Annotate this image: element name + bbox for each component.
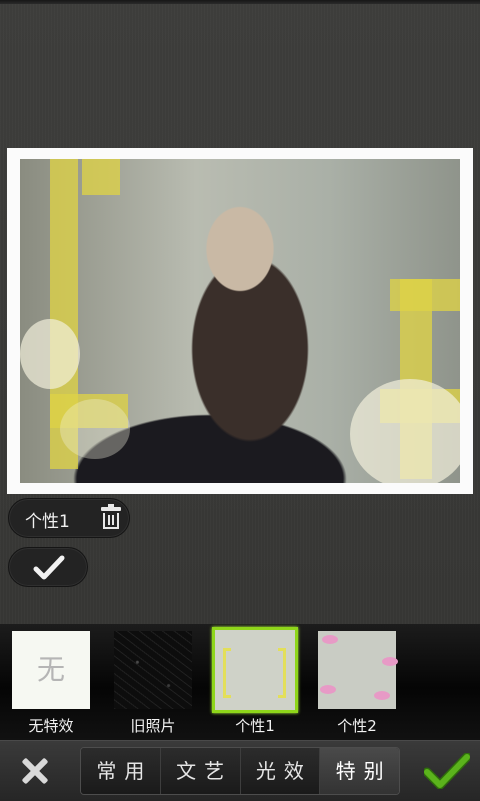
effects-tray: 无 无特效 旧照片 个性1 个性2 (0, 624, 480, 740)
active-effect-label: 个性1 (25, 512, 70, 532)
trash-icon[interactable] (101, 504, 121, 529)
photo-preview (20, 159, 460, 483)
category-tabs: 常用 文艺 光效 特别 (80, 747, 400, 795)
effect-none[interactable]: 无 无特效 (12, 631, 90, 736)
effect-thumb-old-photo (114, 631, 192, 709)
bottom-toolbar: 常用 文艺 光效 特别 (0, 740, 480, 801)
tab-special[interactable]: 特别 (320, 748, 399, 794)
effect-label: 个性2 (337, 717, 377, 735)
photo-frame (7, 148, 473, 494)
effect-label: 无特效 (28, 717, 74, 735)
apply-effect-button[interactable] (8, 547, 88, 587)
checkmark-icon (33, 555, 65, 580)
tab-common[interactable]: 常用 (81, 748, 161, 794)
tab-light-effects[interactable]: 光效 (240, 748, 321, 794)
tab-artistic[interactable]: 文艺 (160, 748, 241, 794)
effect-label: 旧照片 (130, 717, 176, 735)
effect-thumb-personality-2 (318, 631, 398, 709)
effect-personality-1[interactable]: 个性1 (212, 627, 298, 736)
effect-thumb-personality-1 (212, 627, 298, 713)
checkmark-icon[interactable] (424, 753, 470, 789)
effect-old-photo[interactable]: 旧照片 (114, 631, 192, 736)
effect-personality-2[interactable]: 个性2 (318, 631, 398, 736)
effect-thumb-none: 无 (12, 631, 90, 709)
close-icon[interactable] (14, 755, 54, 787)
active-effect-chip: 个性1 (8, 498, 130, 538)
effect-label: 个性1 (235, 717, 275, 735)
